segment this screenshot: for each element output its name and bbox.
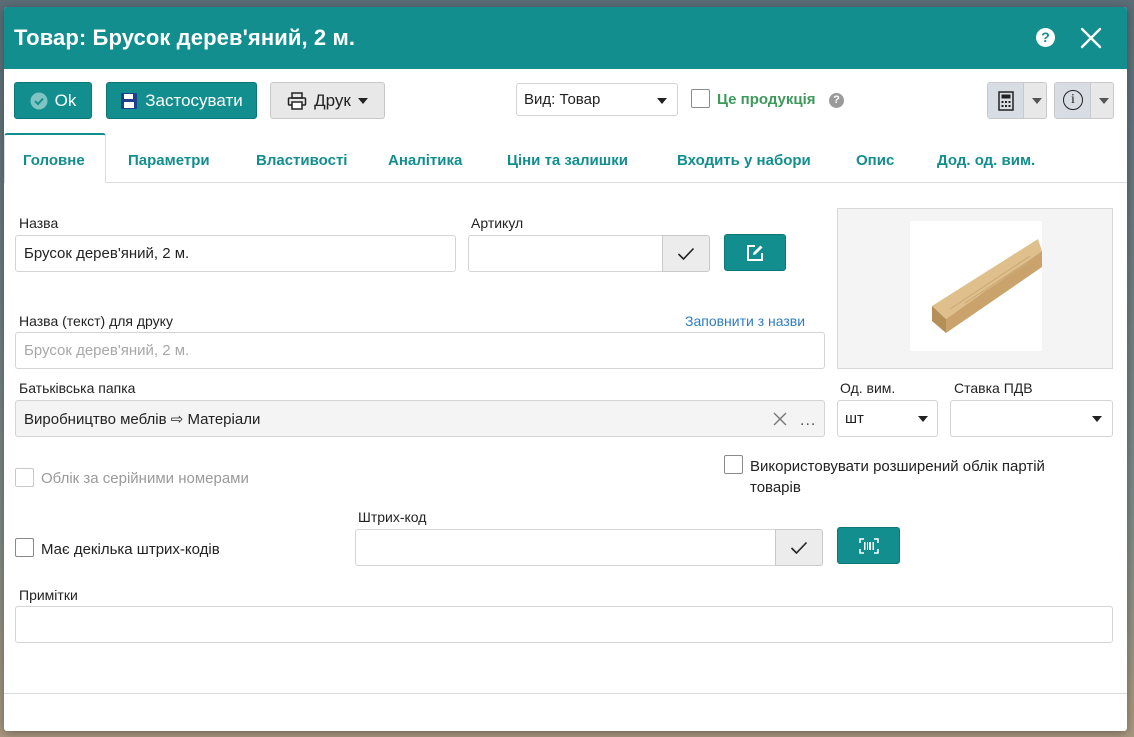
print-name-label: Назва (текст) для друку [19, 313, 173, 329]
question-icon[interactable]: ? [829, 93, 844, 108]
tab-parameters[interactable]: Параметри [128, 152, 210, 169]
vat-select[interactable] [950, 400, 1113, 437]
clear-icon[interactable] [773, 412, 787, 426]
tab-properties[interactable]: Властивості [256, 152, 347, 169]
tab-analytics[interactable]: Аналітика [388, 152, 462, 169]
close-icon[interactable] [1079, 26, 1103, 50]
parent-folder-value: Виробництво меблів ⇨ Матеріали [24, 410, 261, 428]
multiple-barcodes-label: Має декілька штрих-кодів [41, 541, 220, 558]
serial-numbers-label: Облік за серійними номерами [41, 470, 249, 487]
edit-article-button[interactable] [724, 234, 786, 271]
unit-select[interactable]: шт [837, 400, 938, 437]
ok-label: Ok [54, 91, 77, 110]
check-icon [677, 247, 695, 260]
printer-icon [287, 91, 307, 110]
is-product-label[interactable]: Це продукція [717, 91, 816, 108]
tabs-divider [4, 182, 1127, 183]
barcode-icon [858, 537, 879, 554]
product-image-frame[interactable] [837, 208, 1113, 369]
chevron-down-icon [1032, 98, 1042, 104]
wooden-beam-image [932, 239, 1042, 333]
article-confirm-button[interactable] [662, 235, 710, 272]
extended-batch-label-line1: Використовувати розширений облік партій [750, 458, 1045, 475]
name-label: Назва [19, 215, 59, 231]
extended-batch-label-line2: товарів [750, 479, 801, 496]
view-select[interactable]: Вид: Товар [516, 83, 678, 116]
chevron-down-icon [918, 416, 928, 422]
view-select-value: Вид: Товар [524, 91, 601, 108]
parent-folder-label: Батьківська папка [19, 380, 136, 396]
chevron-down-icon [657, 98, 667, 104]
apply-label: Застосувати [145, 91, 243, 110]
article-label: Артикул [471, 215, 524, 231]
notes-label: Примітки [19, 587, 78, 603]
chevron-down-icon [1099, 98, 1109, 104]
footer-divider [4, 693, 1127, 694]
save-icon [121, 92, 138, 109]
report-dropdown-button[interactable] [987, 82, 1047, 119]
tab-prices-stock[interactable]: Ціни та залишки [507, 152, 628, 169]
tab-extra-units[interactable]: Дод. од. вим. [937, 152, 1035, 169]
article-input[interactable] [468, 235, 664, 272]
parent-folder-input[interactable]: Виробництво меблів ⇨ Матеріали [15, 400, 825, 437]
barcode-confirm-button[interactable] [775, 529, 823, 566]
print-button[interactable]: Друк [270, 82, 385, 119]
fill-from-name-link[interactable]: Заповнити з назви [685, 313, 805, 329]
check-icon [790, 541, 808, 554]
info-icon: i [1063, 90, 1083, 110]
product-image [910, 221, 1042, 351]
apply-button[interactable]: Застосувати [106, 82, 257, 119]
tab-description[interactable]: Опис [856, 152, 894, 169]
name-input[interactable]: Брусок дерев'яний, 2 м. [15, 235, 456, 272]
window-title: Товар: Брусок дерев'яний, 2 м. [14, 25, 356, 50]
unit-label: Од. вим. [840, 380, 896, 396]
edit-icon [747, 244, 763, 261]
title-bar: Товар: Брусок дерев'яний, 2 м. ? [4, 7, 1127, 69]
extended-batch-checkbox[interactable] [724, 455, 743, 474]
ok-button[interactable]: Ok [14, 82, 92, 119]
help-icon[interactable]: ? [1036, 28, 1055, 47]
serial-numbers-checkbox[interactable] [15, 468, 34, 487]
barcode-input[interactable] [355, 529, 777, 566]
scan-barcode-button[interactable] [837, 527, 900, 564]
unit-value: шт [845, 410, 864, 427]
print-name-input[interactable]: Брусок дерев'яний, 2 м. [15, 332, 825, 369]
vat-label: Ставка ПДВ [954, 380, 1033, 396]
multiple-barcodes-checkbox[interactable] [15, 538, 34, 557]
chevron-down-icon [357, 97, 368, 104]
info-dropdown-button[interactable]: i [1054, 82, 1114, 119]
barcode-label: Штрих-код [358, 509, 427, 525]
tab-included-in-sets[interactable]: Входить у набори [677, 152, 811, 169]
more-options-icon[interactable]: ... [800, 412, 816, 430]
chevron-down-icon [1092, 416, 1102, 422]
calculator-icon [998, 91, 1014, 111]
check-circle-icon [30, 92, 48, 109]
print-label: Друк [314, 91, 351, 110]
tab-main[interactable]: Головне [23, 152, 85, 169]
product-dialog: Товар: Брусок дерев'яний, 2 м. ? Ok Заст… [4, 7, 1127, 731]
notes-input[interactable] [15, 606, 1113, 643]
is-product-checkbox[interactable] [691, 89, 710, 108]
